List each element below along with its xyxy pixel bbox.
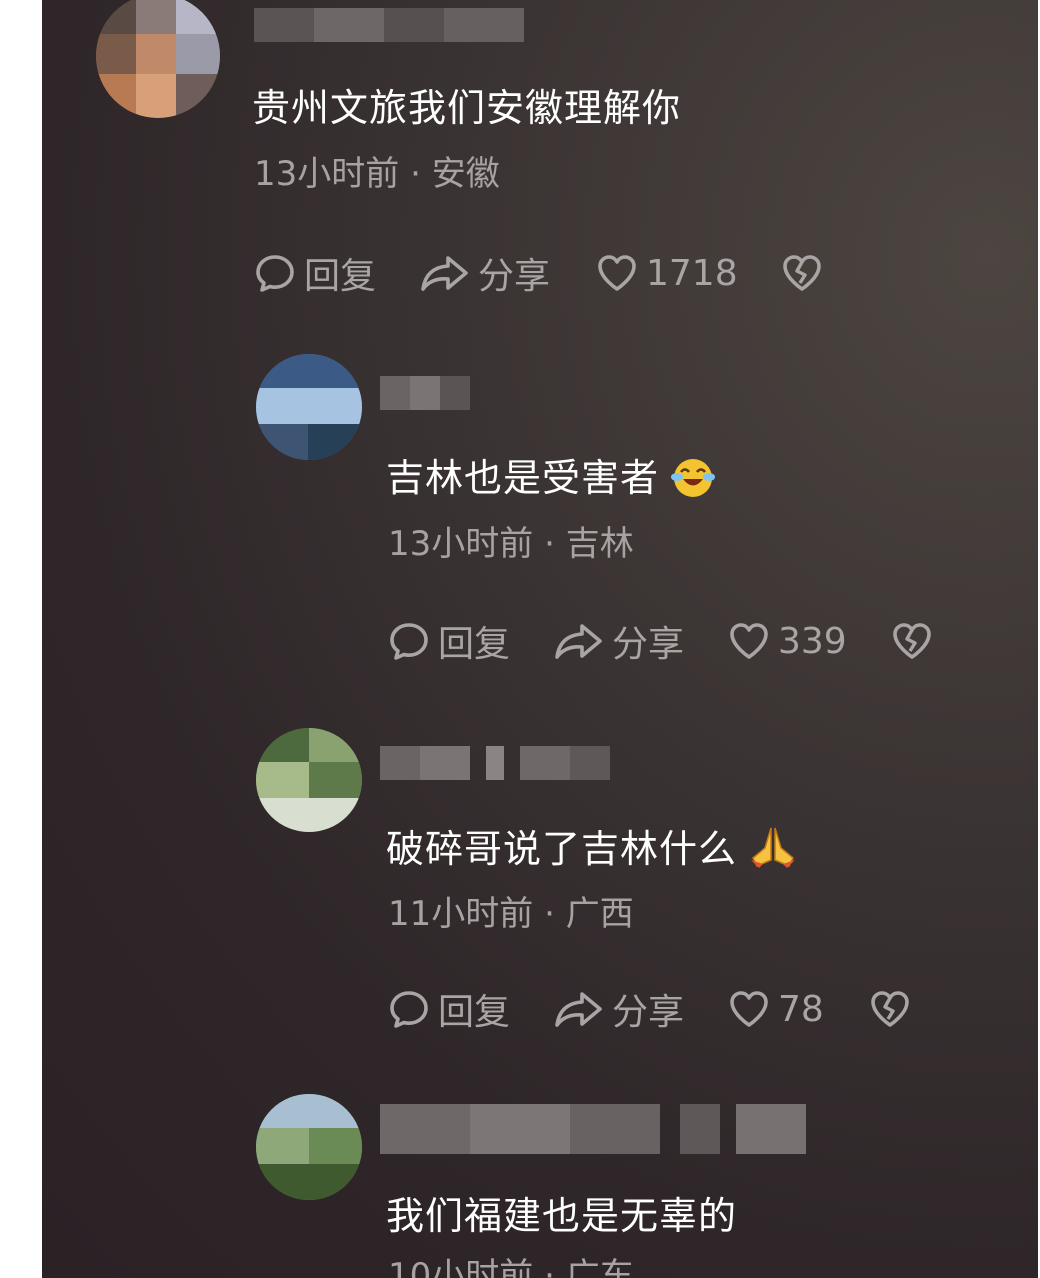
comment-location: 广东 (565, 1256, 634, 1278)
dislike-button[interactable] (868, 984, 912, 1034)
username-blurred[interactable] (380, 746, 610, 780)
comment-text: 破碎哥说了吉林什么 (386, 824, 799, 879)
comment-time: 13小时前 (254, 154, 400, 194)
comment-actions: 回复 分享 78 (388, 984, 928, 1034)
reply-button[interactable]: 回复 (254, 248, 376, 298)
username-blurred[interactable] (254, 8, 524, 42)
reply-label: 回复 (304, 256, 377, 297)
folded-hands-emoji-icon (747, 824, 799, 879)
comment-meta: 13小时前 · 吉林 (388, 524, 634, 564)
comment-text: 吉林也是受害者 (386, 454, 717, 507)
share-arrow-icon (421, 256, 468, 291)
comment-time: 13小时前 (388, 524, 534, 564)
meta-separator: · (544, 894, 555, 934)
comment-time: 11小时前 (388, 894, 534, 934)
comment-text: 贵州文旅我们安徽理解你 (252, 86, 682, 130)
comment-meta: 10小时前 · 广东 (388, 1256, 634, 1278)
avatar[interactable] (256, 1094, 362, 1200)
broken-heart-icon (871, 991, 909, 1027)
comment-meta: 11小时前 · 广西 (388, 894, 634, 934)
reply-button[interactable]: 回复 (388, 616, 510, 666)
like-count: 339 (778, 620, 847, 662)
comment-text: 我们福建也是无辜的 (386, 1194, 738, 1238)
like-count: 1718 (646, 252, 738, 294)
comment-meta: 13小时前 · 安徽 (254, 154, 500, 194)
dislike-button[interactable] (890, 616, 934, 666)
comment-actions: 回复 分享 1718 (254, 248, 854, 298)
username-blurred[interactable] (380, 1104, 806, 1154)
share-button[interactable]: 分享 (420, 248, 550, 298)
meta-separator: · (410, 154, 421, 194)
share-label: 分享 (612, 992, 685, 1033)
share-arrow-icon (555, 992, 602, 1027)
avatar[interactable] (256, 354, 362, 460)
broken-heart-icon (783, 255, 821, 291)
like-button[interactable]: 78 (728, 984, 824, 1034)
heart-icon (598, 255, 636, 291)
comment-list: 贵州文旅我们安徽理解你 13小时前 · 安徽 回复 分享 1718 吉林也是受害… (42, 0, 1038, 1278)
reply-label: 回复 (438, 624, 511, 665)
heart-icon (730, 623, 768, 659)
share-button[interactable]: 分享 (554, 984, 684, 1034)
share-button[interactable]: 分享 (554, 616, 684, 666)
reply-bubble-icon (390, 623, 428, 660)
share-label: 分享 (612, 624, 685, 665)
share-arrow-icon (555, 624, 602, 659)
meta-separator: · (544, 524, 555, 564)
like-button[interactable]: 1718 (596, 248, 738, 298)
reply-bubble-icon (390, 991, 428, 1028)
avatar[interactable] (256, 728, 362, 832)
broken-heart-icon (893, 623, 931, 659)
share-label: 分享 (478, 256, 551, 297)
reply-bubble-icon (256, 255, 294, 292)
meta-separator: · (544, 1256, 555, 1278)
comment-time: 10小时前 (388, 1256, 534, 1278)
dislike-button[interactable] (780, 248, 824, 298)
avatar[interactable] (96, 0, 220, 118)
like-count: 78 (778, 988, 824, 1030)
crying-laughing-emoji-icon (669, 454, 717, 507)
comment-location: 广西 (565, 894, 634, 934)
reply-button[interactable]: 回复 (388, 984, 510, 1034)
username-blurred[interactable] (380, 376, 470, 410)
comment-location: 吉林 (565, 524, 634, 564)
like-button[interactable]: 339 (728, 616, 847, 666)
reply-label: 回复 (438, 992, 511, 1033)
heart-icon (730, 991, 768, 1027)
comment-actions: 回复 分享 339 (388, 616, 948, 666)
comment-location: 安徽 (431, 154, 500, 194)
